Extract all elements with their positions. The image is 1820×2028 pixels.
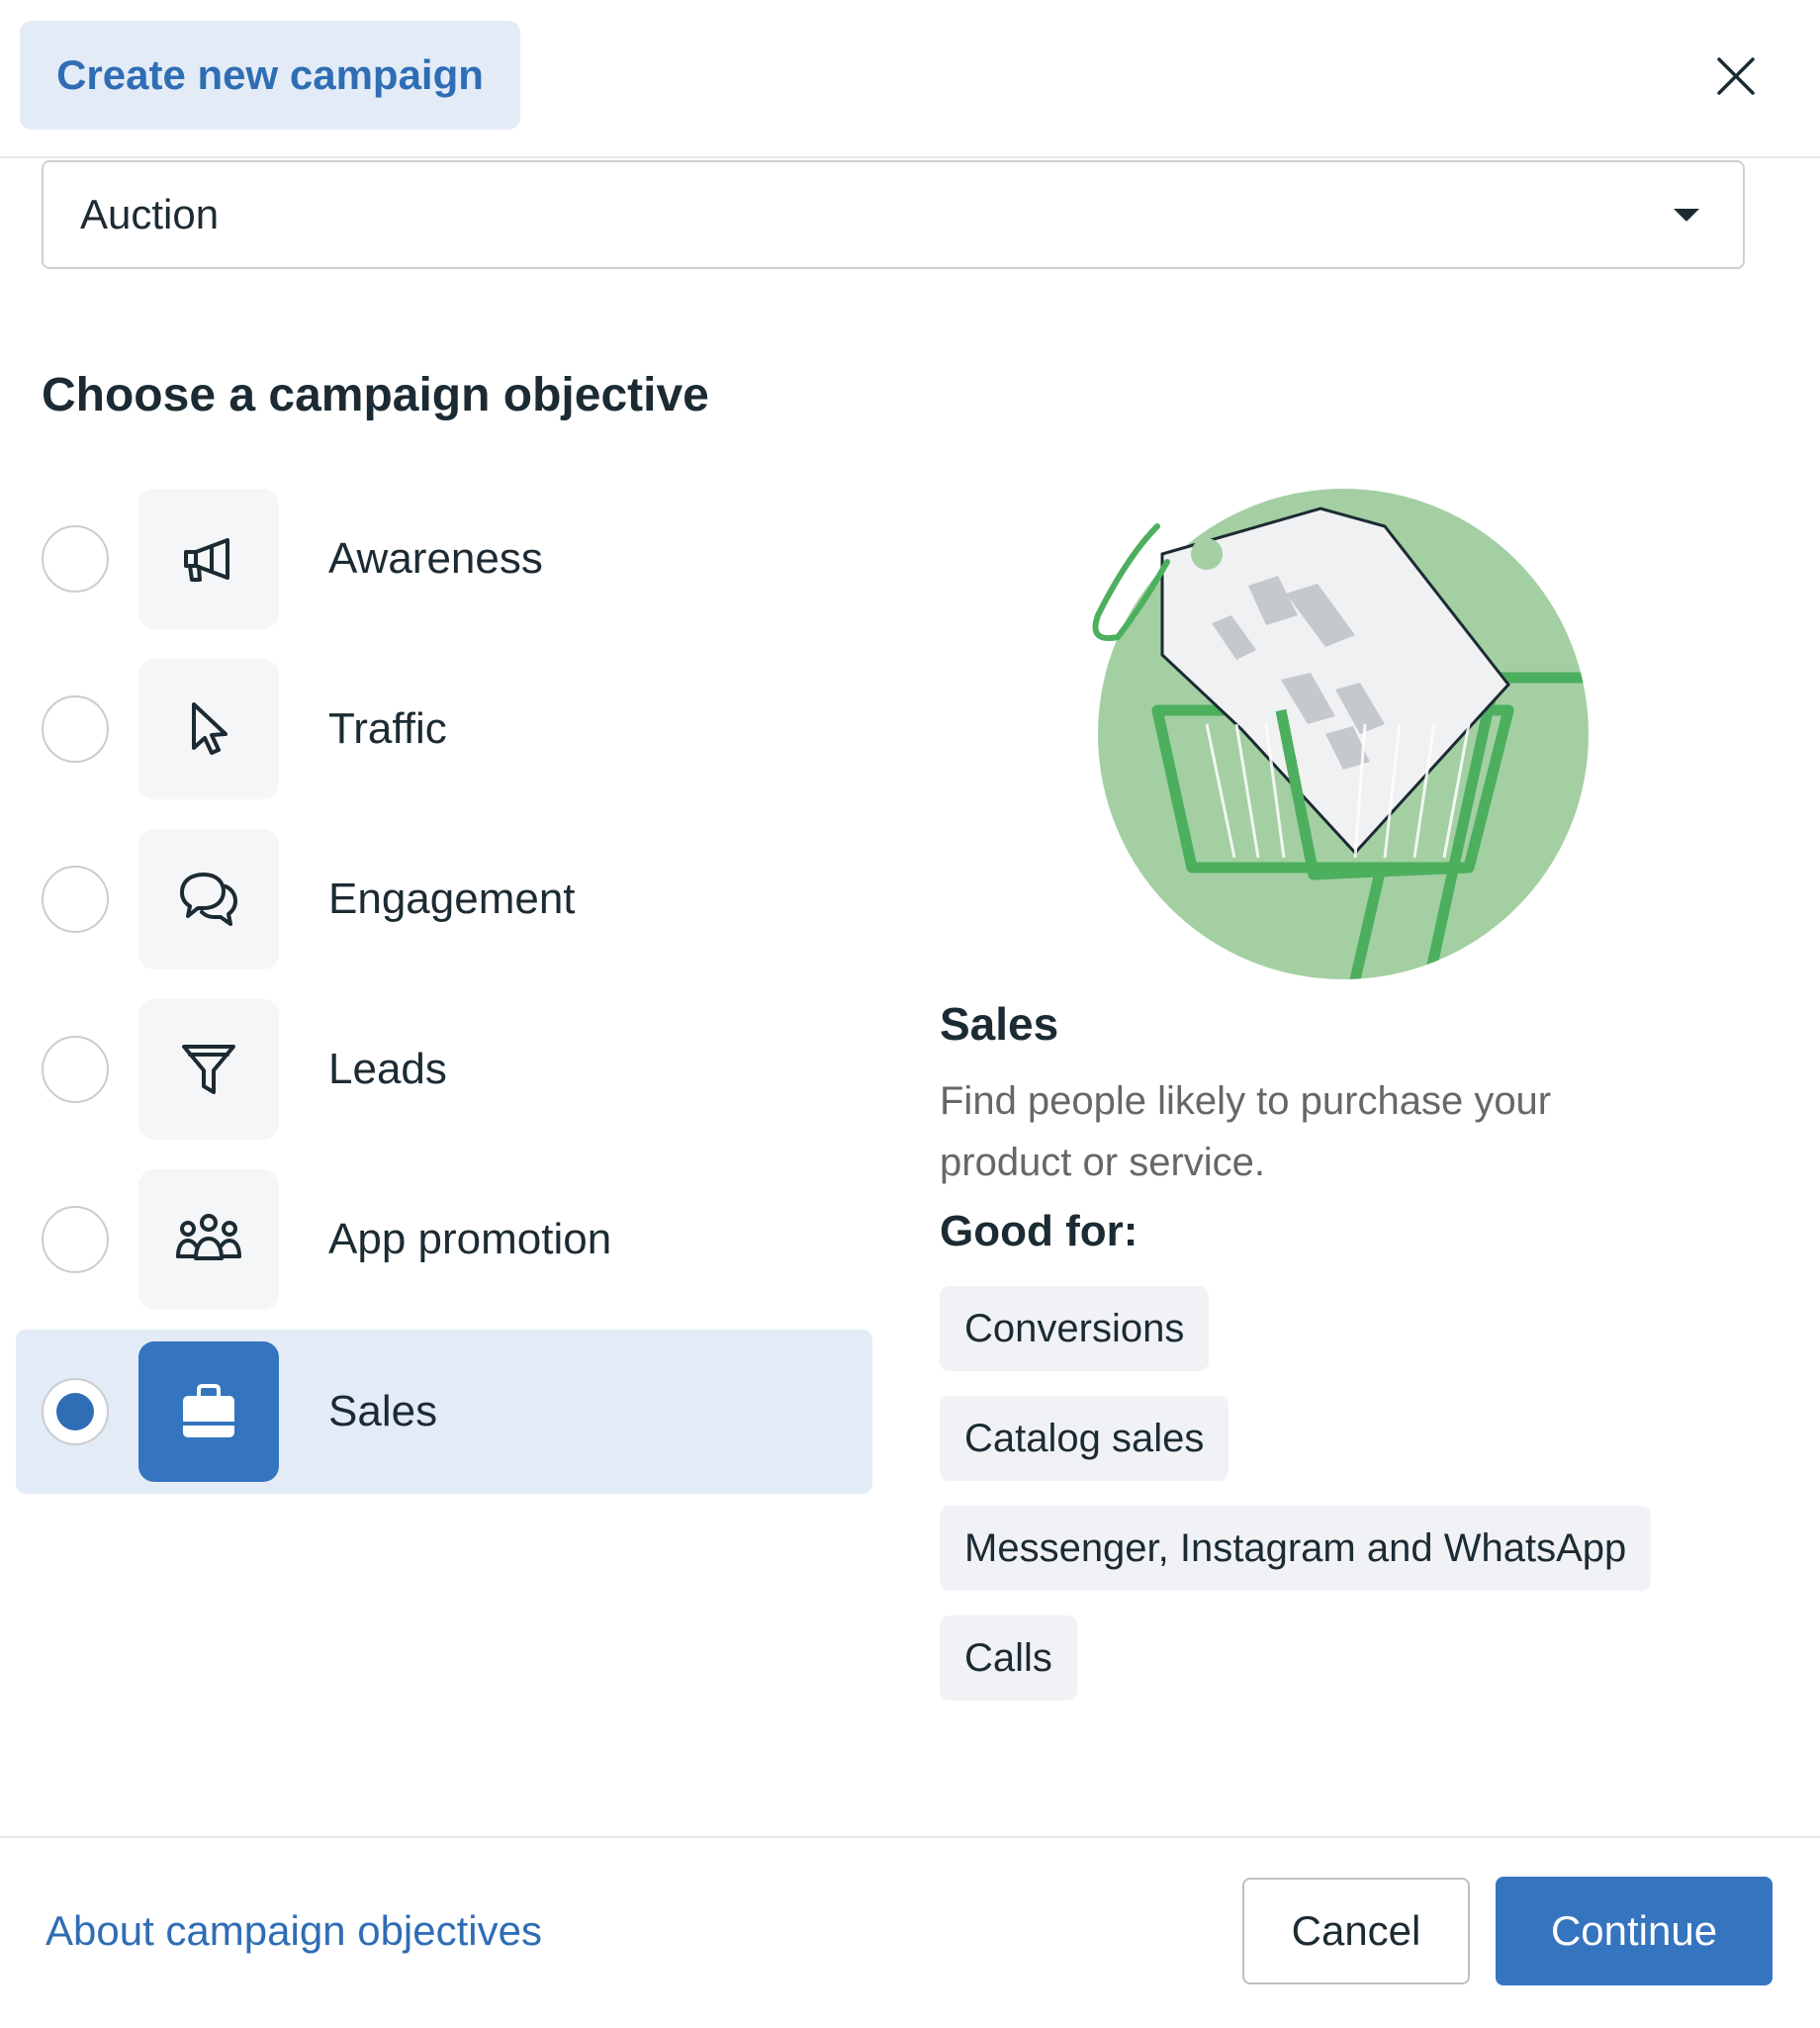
- objective-label: Traffic: [328, 704, 447, 753]
- caret-down-icon: [1674, 209, 1699, 222]
- funnel-icon: [182, 1045, 235, 1094]
- objective-label: Awareness: [328, 534, 543, 583]
- objective-icon-tile: [138, 999, 279, 1140]
- objective-option-sales[interactable]: Sales: [16, 1330, 872, 1494]
- good-for-chip: Calls: [940, 1615, 1077, 1701]
- radio-dot: [56, 1393, 94, 1430]
- close-icon: [1717, 57, 1755, 95]
- good-for-heading: Good for:: [940, 1207, 1138, 1255]
- objective-icon-tile: [138, 1169, 279, 1310]
- objective-icon-tile: [138, 489, 279, 629]
- objective-label: App promotion: [328, 1215, 612, 1263]
- objective-label: Leads: [328, 1045, 447, 1093]
- radio-button-selected[interactable]: [42, 1378, 109, 1445]
- about-campaign-objectives-link[interactable]: About campaign objectives: [46, 1907, 542, 1955]
- objective-label: Engagement: [328, 875, 576, 923]
- objective-icon-tile: [138, 1341, 279, 1482]
- sales-illustration: [1092, 489, 1589, 979]
- objective-section-title: Choose a campaign objective: [42, 369, 709, 421]
- radio-button[interactable]: [42, 1206, 109, 1273]
- good-for-chip: Conversions: [940, 1286, 1210, 1371]
- radio-button[interactable]: [42, 866, 109, 933]
- chat-bubbles-icon: [180, 873, 237, 926]
- objective-detail-description: Find people likely to purchase your prod…: [940, 1079, 1552, 1184]
- good-for-chip: Messenger, Instagram and WhatsApp: [940, 1506, 1652, 1591]
- objective-icon-tile: [138, 659, 279, 799]
- objective-icon-tile: [138, 829, 279, 969]
- cursor-icon: [192, 702, 228, 755]
- radio-button[interactable]: [42, 1036, 109, 1103]
- shopping-bag-icon: [183, 1384, 234, 1437]
- objective-label: Sales: [328, 1387, 438, 1435]
- dialog-header: Create new campaign: [0, 0, 1820, 158]
- megaphone-icon: [184, 538, 229, 582]
- objective-detail-title: Sales: [940, 998, 1059, 1050]
- radio-button[interactable]: [42, 525, 109, 593]
- buying-type-dropdown[interactable]: Auction: [42, 160, 1745, 269]
- objective-option-awareness[interactable]: Awareness: [16, 480, 872, 638]
- buying-type-value: Auction: [80, 191, 220, 237]
- create-new-campaign-tab[interactable]: Create new campaign: [20, 21, 520, 130]
- people-icon: [176, 1214, 241, 1260]
- objective-option-app-promotion[interactable]: App promotion: [16, 1160, 872, 1319]
- cancel-button[interactable]: Cancel: [1242, 1878, 1470, 1984]
- close-button[interactable]: [1706, 46, 1766, 106]
- good-for-chip: Catalog sales: [940, 1396, 1229, 1481]
- objective-option-engagement[interactable]: Engagement: [16, 820, 872, 978]
- radio-button[interactable]: [42, 695, 109, 763]
- objective-option-leads[interactable]: Leads: [16, 990, 872, 1149]
- continue-button[interactable]: Continue: [1496, 1877, 1773, 1985]
- objective-option-traffic[interactable]: Traffic: [16, 650, 872, 808]
